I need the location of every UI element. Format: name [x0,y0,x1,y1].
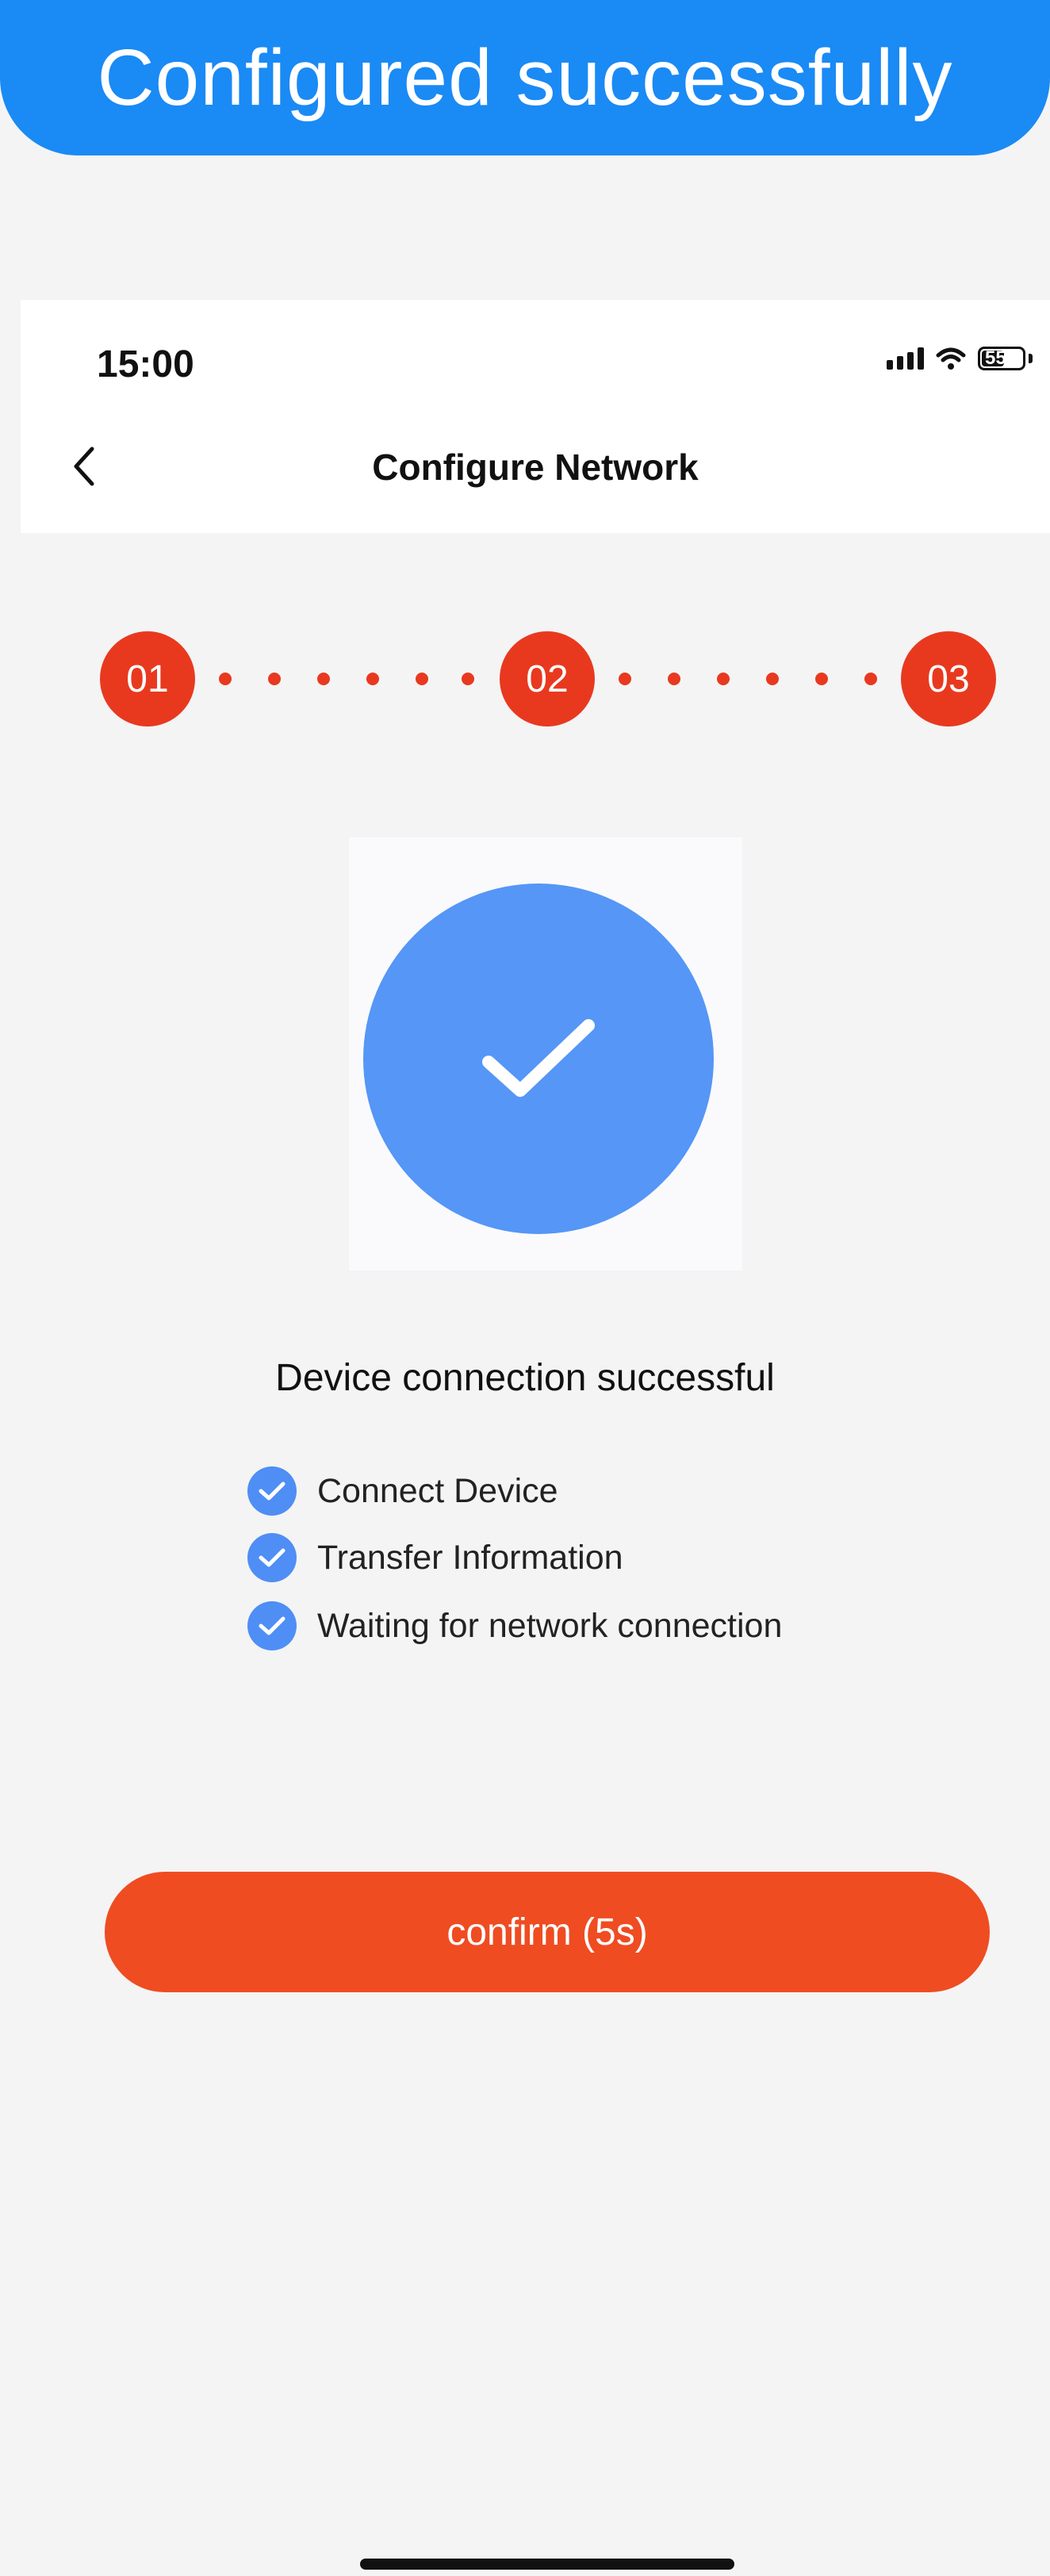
page-title: Configure Network [372,447,699,488]
battery-icon: 55 [978,347,1025,370]
battery-cap [1029,354,1033,363]
status-icons: 55 [887,346,1033,371]
check-circle-icon [247,1533,297,1582]
check-icon [482,1019,595,1097]
checklist-item-connect-device: Connect Device [247,1466,558,1516]
checklist-label: Transfer Information [317,1538,623,1577]
app-header: 15:00 55 Configure Network [21,300,1050,533]
step-01: 01 [100,631,195,726]
checklist-item-network-connection: Waiting for network connection [247,1600,782,1651]
step-02: 02 [500,631,595,726]
checklist-label: Connect Device [317,1471,558,1510]
progress-dot [864,673,877,685]
check-circle-icon [247,1466,297,1516]
progress-dot [717,673,730,685]
success-banner: Configured successfully [0,0,1050,155]
progress-dot [668,673,680,685]
progress-dot [366,673,379,685]
cellular-signal-icon [887,347,924,370]
progress-dot [619,673,631,685]
checklist-item-transfer-information: Transfer Information [247,1532,623,1583]
battery-level-text: 55 [985,347,1006,369]
success-check-circle [363,884,714,1234]
progress-dot [268,673,281,685]
progress-dot [317,673,330,685]
home-indicator[interactable] [360,2559,734,2570]
check-circle-icon [247,1601,297,1650]
success-banner-text: Configured successfully [97,33,953,122]
wifi-icon [936,347,966,370]
confirm-button[interactable]: confirm (5s) [105,1872,990,1992]
progress-dot [462,673,474,685]
status-time: 15:00 [97,343,194,385]
progress-dot [416,673,428,685]
progress-dot [766,673,779,685]
step-03: 03 [901,631,996,726]
progress-dot [815,673,828,685]
progress-dot [219,673,232,685]
connection-status-title: Device connection successful [275,1357,775,1399]
checklist-label: Waiting for network connection [317,1606,783,1645]
